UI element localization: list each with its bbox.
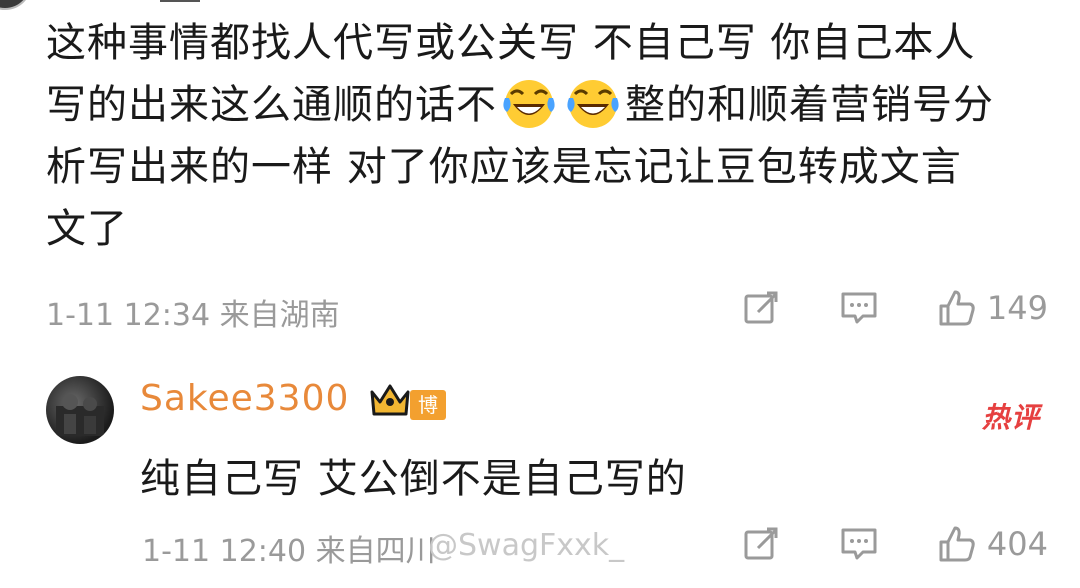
comment-actions: 149 (741, 288, 1048, 328)
reply-time: 1-11 12:40 (142, 534, 307, 569)
comment-meta: 1-11 12:34 来自湖南 (46, 290, 340, 334)
reply-body: 纯自己写 艾公倒不是自己写的 (140, 456, 687, 502)
comment-line-2-a: 写的出来这么通顺的话不 (46, 82, 497, 128)
username[interactable]: Sakee3300 (140, 378, 349, 419)
avatar[interactable] (46, 376, 114, 444)
comment-like-count: 149 (986, 289, 1048, 327)
share-icon[interactable] (741, 524, 781, 564)
comment-line-3: 析写出来的一样 对了你应该是忘记让豆包转成文言 (46, 144, 962, 190)
reply-actions: 404 (741, 524, 1048, 564)
watermark: @SwagFxxk_ (428, 528, 625, 563)
crown-icon (370, 384, 410, 416)
comment-line-2: 写的出来这么通顺的话不 整的和顺着营销号分 (46, 74, 1046, 136)
comment-time: 1-11 12:34 (46, 298, 211, 333)
comment-line-4: 文了 (46, 206, 128, 252)
comment-icon[interactable] (839, 524, 879, 564)
author-badge: 博主 (410, 390, 446, 447)
like-icon[interactable] (937, 524, 977, 564)
reply-like-count: 404 (986, 525, 1048, 563)
like-icon[interactable] (937, 288, 977, 328)
divider (160, 0, 200, 2)
comment-line-1: 这种事情都找人代写或公关写 不自己写 你自己本人 (46, 20, 976, 66)
share-icon[interactable] (741, 288, 781, 328)
comment-icon[interactable] (839, 288, 879, 328)
reply-meta: 1-11 12:40 来自四川 (142, 526, 436, 570)
laughing-tears-emoji-icon (567, 80, 619, 128)
previous-avatar[interactable] (0, 0, 32, 10)
comment-location: 来自湖南 (219, 298, 340, 333)
reply-location: 来自四川 (315, 534, 436, 569)
laughing-tears-emoji-icon (503, 80, 555, 128)
comment-body: 这种事情都找人代写或公关写 不自己写 你自己本人 写的出来这么通顺的话不 整的和顺… (46, 12, 1046, 260)
hot-comment-label: 热评 (981, 401, 1040, 434)
comment-line-2-b: 整的和顺着营销号分 (625, 82, 994, 128)
